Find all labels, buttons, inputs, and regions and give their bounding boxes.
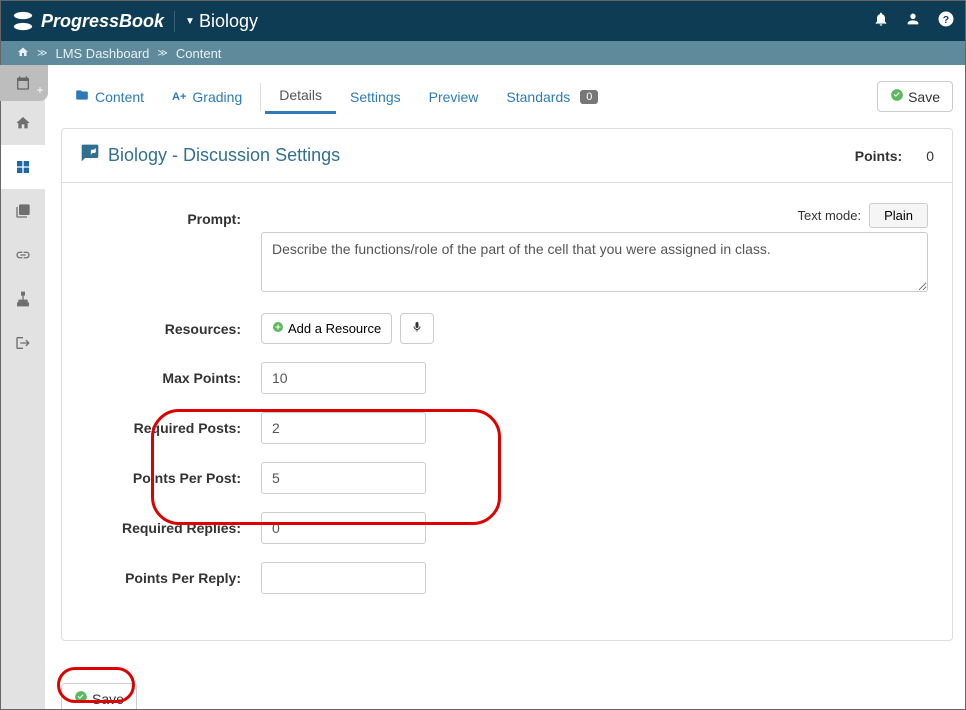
breadcrumb-lms[interactable]: LMS Dashboard — [55, 46, 149, 61]
label-points-per-reply: Points Per Reply: — [86, 562, 261, 586]
breadcrumb-home[interactable] — [17, 46, 29, 61]
settings-panel: Biology - Discussion Settings Points: 0 … — [61, 128, 953, 641]
left-rail: + — [1, 65, 45, 709]
course-name: Biology — [199, 11, 258, 32]
label-prompt: Prompt: — [86, 203, 261, 227]
points-per-reply-input[interactable] — [261, 562, 426, 594]
grading-icon: A+ — [172, 91, 186, 103]
text-mode-label: Text mode: — [797, 208, 861, 223]
points-per-post-input[interactable] — [261, 462, 426, 494]
plus-badge-icon: + — [36, 83, 43, 97]
rail-sitemap[interactable] — [1, 277, 45, 321]
panel-header: Biology - Discussion Settings Points: 0 — [62, 129, 952, 183]
standards-count-badge: 0 — [580, 90, 598, 104]
rail-book[interactable] — [1, 189, 45, 233]
rail-dashboard[interactable] — [1, 145, 45, 189]
rail-logout[interactable] — [1, 321, 45, 365]
tab-separator — [260, 83, 261, 111]
required-posts-input[interactable] — [261, 412, 426, 444]
course-dropdown[interactable]: ▼ Biology — [174, 11, 258, 32]
required-replies-input[interactable] — [261, 512, 426, 544]
save-button-bottom[interactable]: Save — [61, 683, 137, 709]
label-required-posts: Required Posts: — [86, 412, 261, 436]
svg-text:?: ? — [943, 13, 949, 25]
discussion-icon — [80, 143, 100, 168]
tab-content[interactable]: Content — [61, 80, 158, 113]
chevron-right-icon: ≫ — [157, 48, 167, 59]
tab-grading[interactable]: A+ Grading — [158, 81, 256, 113]
help-icon[interactable]: ? — [937, 10, 955, 33]
add-resource-button[interactable]: Add a Resource — [261, 313, 392, 344]
mic-button[interactable] — [400, 313, 434, 344]
check-icon — [74, 690, 88, 707]
label-points-per-post: Points Per Post: — [86, 462, 261, 486]
max-points-input[interactable] — [261, 362, 426, 394]
tab-details[interactable]: Details — [265, 79, 336, 114]
tab-settings[interactable]: Settings — [336, 81, 415, 113]
points-label: Points: — [855, 148, 902, 164]
plus-icon — [272, 321, 284, 336]
label-max-points: Max Points: — [86, 362, 261, 386]
prompt-textarea[interactable] — [261, 232, 928, 292]
logo-icon — [11, 9, 35, 33]
bell-icon[interactable] — [873, 11, 889, 32]
plain-button[interactable]: Plain — [869, 203, 928, 228]
caret-down-icon: ▼ — [185, 16, 195, 27]
top-nav: ProgressBook ▼ Biology ? — [1, 1, 965, 41]
check-icon — [890, 88, 904, 105]
breadcrumb-current: Content — [176, 46, 222, 61]
user-icon[interactable] — [905, 11, 921, 32]
logo[interactable]: ProgressBook — [11, 9, 164, 33]
rail-link[interactable] — [1, 233, 45, 277]
brand-name: ProgressBook — [41, 11, 164, 32]
chevron-right-icon: ≫ — [37, 48, 47, 59]
rail-calendar[interactable]: + — [0, 65, 48, 101]
tab-preview[interactable]: Preview — [415, 81, 493, 113]
rail-home[interactable] — [1, 101, 45, 145]
breadcrumb: ≫ LMS Dashboard ≫ Content — [1, 41, 965, 65]
folder-icon — [75, 88, 89, 105]
tab-standards[interactable]: Standards 0 — [492, 81, 612, 113]
label-resources: Resources: — [86, 313, 261, 337]
save-button-top[interactable]: Save — [877, 81, 953, 112]
tabs-row: Content A+ Grading Details Settings Prev… — [61, 65, 953, 114]
label-required-replies: Required Replies: — [86, 512, 261, 536]
points-value: 0 — [926, 148, 934, 164]
panel-title-text: Biology - Discussion Settings — [108, 145, 340, 166]
